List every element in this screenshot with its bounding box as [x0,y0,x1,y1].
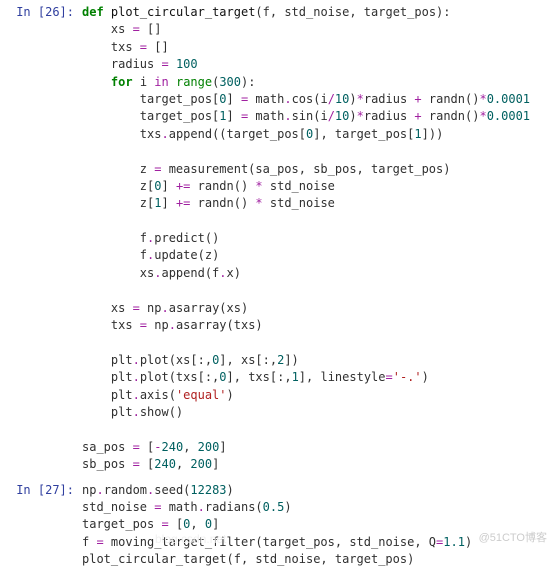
code-content[interactable]: np.random.seed(12283) std_noise = math.r… [82,482,553,569]
code-cell-26: In [26]: def plot_circular_target(f, std… [0,0,553,478]
code-content[interactable]: def plot_circular_target(f, std_noise, t… [82,4,553,474]
watermark-bg: blog.csdn.net [155,531,226,548]
code-cell-27: In [27]: np.random.seed(12283) std_noise… [0,478,553,573]
input-prompt: In [27]: [4,482,82,569]
input-prompt: In [26]: [4,4,82,474]
watermark-label: @51CTO博客 [479,531,547,547]
